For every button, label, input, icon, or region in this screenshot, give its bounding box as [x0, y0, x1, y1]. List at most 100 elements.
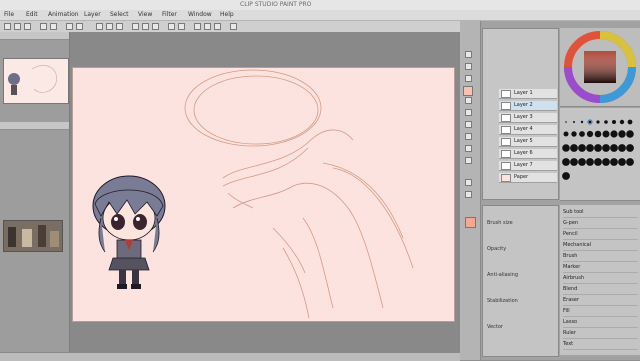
subtool-item[interactable]: Marker: [563, 262, 638, 273]
subtool-item[interactable]: Mechanical: [563, 240, 638, 251]
airbrush-tool-icon[interactable]: [465, 133, 472, 140]
brush-size-panel: [560, 108, 640, 201]
pen-tool-icon[interactable]: [465, 97, 472, 104]
subtool-item[interactable]: Brush: [563, 251, 638, 262]
menu-animation[interactable]: Animation: [48, 11, 79, 18]
subtool-item[interactable]: Eraser: [563, 295, 638, 306]
tool-palette: [460, 21, 481, 360]
reference-image[interactable]: [3, 220, 63, 252]
layer-name: Layer 6: [514, 150, 533, 156]
prop-row[interactable]: Stabilization: [487, 298, 518, 304]
layer-panel: Layer 1 Layer 2 Layer 3 Layer 4 Layer 5 …: [482, 28, 559, 200]
sub-view-header: [0, 122, 69, 130]
deselect-icon[interactable]: [106, 23, 113, 30]
prop-row[interactable]: Vector: [487, 324, 503, 330]
layer-thumbnail: [501, 90, 511, 98]
layer-thumbnail: [501, 162, 511, 170]
sub-color-swatch[interactable]: [463, 86, 473, 96]
open-icon[interactable]: [14, 23, 21, 30]
redo-icon[interactable]: [50, 23, 57, 30]
layer-name: Layer 4: [514, 126, 533, 132]
layer-row[interactable]: Layer 5: [499, 137, 557, 147]
layer-name: Layer 3: [514, 114, 533, 120]
menu-file[interactable]: File: [4, 11, 14, 18]
subtool-item[interactable]: Text: [563, 339, 638, 350]
menu-select[interactable]: Select: [110, 11, 129, 18]
subtool-item[interactable]: Blend: [563, 284, 638, 295]
transform-icon[interactable]: [96, 23, 103, 30]
prop-row[interactable]: Opacity: [487, 246, 506, 252]
rotate-icon[interactable]: [168, 23, 175, 30]
snap-icon[interactable]: [194, 23, 201, 30]
layer-thumbnail: [501, 114, 511, 122]
menu-filter[interactable]: Filter: [162, 11, 177, 18]
layer-row[interactable]: Layer 7: [499, 161, 557, 171]
brush-tool-icon[interactable]: [465, 121, 472, 128]
invert-selection-icon[interactable]: [116, 23, 123, 30]
sub-tool-panel: Sub tool G-pen Pencil Mechanical Brush M…: [560, 205, 640, 355]
layer-row[interactable]: Layer 1: [499, 89, 557, 99]
text-tool-icon[interactable]: [465, 179, 472, 186]
subtool-item[interactable]: Sub tool: [563, 207, 638, 218]
brush-size-grid[interactable]: [560, 108, 640, 200]
layer-row[interactable]: Layer 2: [499, 101, 557, 111]
layer-thumbnail: [501, 126, 511, 134]
fit-icon[interactable]: [152, 23, 159, 30]
subtool-item[interactable]: Ruler: [563, 328, 638, 339]
layer-name: Layer 2: [514, 102, 533, 108]
prop-row[interactable]: Brush size: [487, 220, 513, 226]
layer-name: Layer 1: [514, 90, 533, 96]
menu-window[interactable]: Window: [188, 11, 212, 18]
move-tool-icon[interactable]: [465, 51, 472, 58]
color-wheel-panel: [560, 28, 640, 107]
fill-tool-icon[interactable]: [465, 157, 472, 164]
canvas-artwork: [92, 69, 414, 319]
save-icon[interactable]: [24, 23, 31, 30]
menu-bar: File Edit Animation Layer Select View Fi…: [0, 10, 640, 21]
navigator-thumbnail[interactable]: [3, 58, 69, 104]
drawing-canvas[interactable]: [72, 67, 455, 322]
menu-edit[interactable]: Edit: [26, 11, 38, 18]
subtool-item[interactable]: Lasso: [563, 317, 638, 328]
flip-icon[interactable]: [178, 23, 185, 30]
settings-icon[interactable]: [230, 23, 237, 30]
layer-name: Paper: [514, 174, 529, 180]
new-icon[interactable]: [4, 23, 11, 30]
layer-row[interactable]: Layer 3: [499, 113, 557, 123]
grid-icon[interactable]: [214, 23, 221, 30]
pencil-tool-icon[interactable]: [465, 109, 472, 116]
operation-tool-icon[interactable]: [465, 75, 472, 82]
reference-photo: [4, 221, 62, 251]
layer-name: Layer 7: [514, 162, 533, 168]
layer-name: Layer 5: [514, 138, 533, 144]
layer-thumbnail: [501, 150, 511, 158]
menu-help[interactable]: Help: [220, 11, 234, 18]
zoom-in-icon[interactable]: [132, 23, 139, 30]
menu-view[interactable]: View: [138, 11, 152, 18]
subtool-item[interactable]: Pencil: [563, 229, 638, 240]
subtool-item[interactable]: Airbrush: [563, 273, 638, 284]
fill-icon[interactable]: [76, 23, 83, 30]
menu-layer[interactable]: Layer: [84, 11, 101, 18]
subtool-item[interactable]: Fill: [563, 306, 638, 317]
undo-icon[interactable]: [40, 23, 47, 30]
layer-thumbnail: [501, 102, 511, 110]
layer-row[interactable]: Layer 6: [499, 149, 557, 159]
window-title: CLIP STUDIO PAINT PRO: [240, 1, 312, 8]
main-color-swatch[interactable]: [465, 217, 476, 228]
layer-thumbnail: [501, 174, 511, 182]
layer-row[interactable]: Layer 4: [499, 125, 557, 135]
navigator-header: [0, 32, 69, 40]
color-wheel[interactable]: [560, 28, 640, 106]
layer-row[interactable]: Paper: [499, 173, 557, 183]
ruler-tool-icon[interactable]: [465, 191, 472, 198]
layer-thumbnail: [501, 138, 511, 146]
zoom-out-icon[interactable]: [142, 23, 149, 30]
zoom-tool-icon[interactable]: [465, 63, 472, 70]
clear-icon[interactable]: [66, 23, 73, 30]
navigator-preview: [8, 65, 57, 95]
ruler-icon[interactable]: [204, 23, 211, 30]
subtool-item[interactable]: G-pen: [563, 218, 638, 229]
eraser-tool-icon[interactable]: [465, 145, 472, 152]
prop-row[interactable]: Anti-aliasing: [487, 272, 518, 278]
